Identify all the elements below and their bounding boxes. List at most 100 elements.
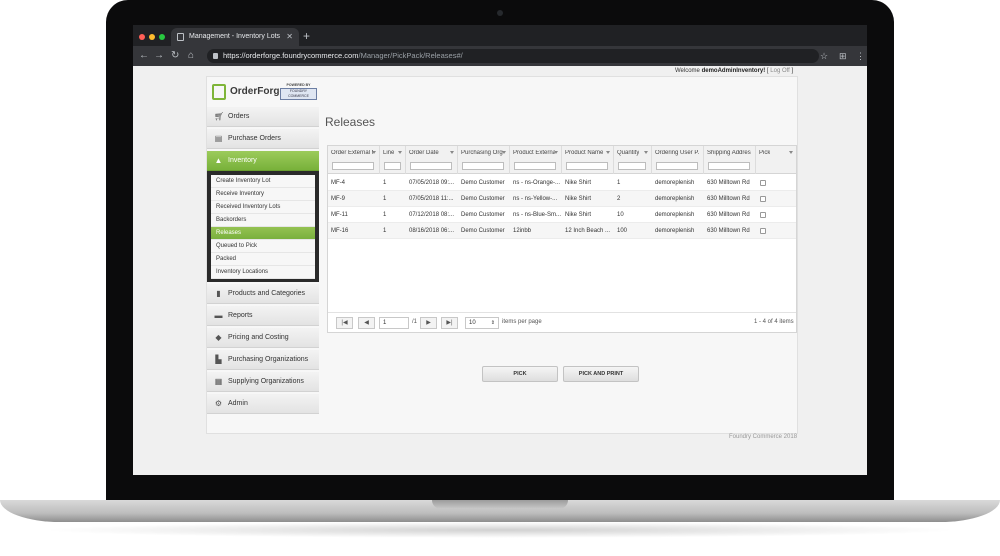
address-bar[interactable]: https://orderforge.foundrycommerce.com/M… xyxy=(207,49,819,63)
tab-title: Management - Inventory Lots xyxy=(189,33,281,40)
pick-checkbox[interactable] xyxy=(760,228,766,234)
filter-arrow-icon[interactable] xyxy=(554,151,558,154)
browser-tab[interactable]: Management - Inventory Lots ✕ xyxy=(171,28,299,46)
filter-arrow-icon[interactable] xyxy=(372,151,376,154)
filter-arrow-icon[interactable] xyxy=(644,151,648,154)
sidebar-item-pricing-and-costing[interactable]: ◆ Pricing and Costing xyxy=(207,328,319,348)
submenu-backorders[interactable]: Backorders xyxy=(211,214,315,227)
column-filter-input[interactable] xyxy=(514,162,556,170)
inventory-submenu: Create Inventory Lot Receive Inventory R… xyxy=(207,171,319,282)
spinner-icon[interactable]: ⇕ xyxy=(491,318,495,328)
sidebar-item-reports[interactable]: ▬ Reports xyxy=(207,306,319,326)
pick-button[interactable]: PICK xyxy=(482,366,558,382)
column-header[interactable]: Shipping Address... xyxy=(704,146,756,174)
column-header[interactable]: Line xyxy=(380,146,406,174)
bookmark-star-icon[interactable]: ☆ xyxy=(820,49,828,63)
column-header[interactable]: Product External... xyxy=(510,146,562,174)
table-row[interactable]: MF-9 1 07/05/2018 11:... Demo Customer n… xyxy=(328,191,796,207)
cell-order-external: MF-9 xyxy=(331,196,345,202)
filter-arrow-icon[interactable] xyxy=(398,151,402,154)
column-filter-input[interactable] xyxy=(462,162,504,170)
cart-icon: 🛒︎ xyxy=(214,112,225,121)
column-label: Line xyxy=(383,150,395,156)
column-header[interactable]: Product Name xyxy=(562,146,614,174)
sidebar-item-supplying-organizations[interactable]: ▦ Supplying Organizations xyxy=(207,372,319,392)
prev-page-icon[interactable]: ◀ xyxy=(358,317,375,329)
filter-arrow-icon[interactable] xyxy=(606,151,610,154)
cell-purchasing-org: Demo Customer xyxy=(461,196,505,202)
maximize-window-button[interactable] xyxy=(159,34,165,40)
new-tab-button[interactable]: + xyxy=(303,28,310,44)
pick-and-print-button[interactable]: PICK AND PRINT xyxy=(563,366,639,382)
table-row[interactable]: MF-11 1 07/12/2018 08:... Demo Customer … xyxy=(328,207,796,223)
sidebar-item-purchase-orders[interactable]: ▤ Purchase Orders xyxy=(207,129,319,149)
foundry-commerce-logo: FOUNDRY COMMERCE xyxy=(280,88,317,100)
first-page-icon[interactable]: |◀ xyxy=(336,317,353,329)
sidebar-item-orders[interactable]: 🛒︎ Orders xyxy=(207,107,319,127)
column-filter-input[interactable] xyxy=(618,162,646,170)
filter-arrow-icon[interactable] xyxy=(502,151,506,154)
username: demoAdminInventory! xyxy=(701,68,766,74)
releases-grid: Order External N... Line Order Date xyxy=(327,145,797,333)
column-filter-input[interactable] xyxy=(708,162,750,170)
laptop-notch xyxy=(432,500,568,509)
forward-icon[interactable]: → xyxy=(154,49,164,63)
back-icon[interactable]: ← xyxy=(139,49,149,63)
logoff-link[interactable]: Log Off xyxy=(770,68,790,74)
filter-arrow-icon[interactable] xyxy=(789,151,793,154)
column-filter-input[interactable] xyxy=(384,162,401,170)
sidebar-item-label: Supplying Organizations xyxy=(228,378,304,385)
sidebar: 🛒︎ Orders ▤ Purchase Orders ▲ Inventory … xyxy=(207,107,319,416)
cell-product-name: Nike Shirt xyxy=(565,180,592,186)
submenu-create-inventory-lot[interactable]: Create Inventory Lot xyxy=(211,175,315,188)
column-filter-input[interactable] xyxy=(656,162,698,170)
main-content: Releases Order External N... Line xyxy=(325,77,799,417)
kebab-menu-icon[interactable]: ⋮ xyxy=(856,49,865,63)
last-page-icon[interactable]: ▶| xyxy=(441,317,458,329)
sidebar-item-products-and-categories[interactable]: ▮ Products and Categories xyxy=(207,284,319,304)
page-number-input[interactable]: 1 xyxy=(379,317,409,329)
column-filter-input[interactable] xyxy=(410,162,452,170)
close-icon[interactable]: ✕ xyxy=(286,28,293,46)
sidebar-item-admin[interactable]: ⚙ Admin xyxy=(207,394,319,414)
pick-checkbox[interactable] xyxy=(760,180,766,186)
column-filter-input[interactable] xyxy=(332,162,374,170)
cell-product-external: ns - ns-Orange-... xyxy=(513,180,561,186)
submenu-received-inventory-lots[interactable]: Received Inventory Lots xyxy=(211,201,315,214)
sidebar-item-inventory[interactable]: ▲ Inventory xyxy=(207,151,319,171)
table-row[interactable]: MF-16 1 08/16/2018 06:... Demo Customer … xyxy=(328,223,796,239)
column-header[interactable]: Purchasing Org... xyxy=(458,146,510,174)
submenu-packed[interactable]: Packed xyxy=(211,253,315,266)
reload-icon[interactable]: ↻ xyxy=(171,49,179,63)
buildings-icon: ▙ xyxy=(215,355,222,364)
cell-ordering-user: demoreplenish xyxy=(655,196,695,202)
submenu-receive-inventory[interactable]: Receive Inventory xyxy=(211,188,315,201)
table-row[interactable]: MF-4 1 07/05/2018 09:... Demo Customer n… xyxy=(328,175,796,191)
filter-arrow-icon[interactable] xyxy=(450,151,454,154)
next-page-icon[interactable]: ▶ xyxy=(420,317,437,329)
pick-checkbox[interactable] xyxy=(760,212,766,218)
sidebar-item-purchasing-organizations[interactable]: ▙ Purchasing Organizations xyxy=(207,350,319,370)
submenu-inventory-locations[interactable]: Inventory Locations xyxy=(211,266,315,279)
extension-icon[interactable]: ⊞ xyxy=(839,49,847,63)
orderforge-logo-icon xyxy=(212,84,226,100)
column-header[interactable]: Ordering User P... xyxy=(652,146,704,174)
minimize-window-button[interactable] xyxy=(149,34,155,40)
submenu-queued-to-pick[interactable]: Queued to Pick xyxy=(211,240,315,253)
close-window-button[interactable] xyxy=(139,34,145,40)
column-filter-input[interactable] xyxy=(566,162,608,170)
home-icon[interactable]: ⌂ xyxy=(188,49,194,63)
page-size-select[interactable]: 10 ⇕ xyxy=(465,317,499,329)
app-container: OrderForge POWERED BY FOUNDRY COMMERCE 🛒… xyxy=(206,76,798,434)
column-header[interactable]: Order External N... xyxy=(328,146,380,174)
column-header[interactable]: Pick xyxy=(756,146,796,174)
pick-checkbox[interactable] xyxy=(760,196,766,202)
boxes-icon: ▦ xyxy=(214,377,223,386)
cell-product-external: ns - ns-Blue-Sm... xyxy=(513,212,562,218)
clipboard-icon: ▤ xyxy=(214,134,223,143)
column-header[interactable]: Quantity xyxy=(614,146,652,174)
column-header[interactable]: Order Date xyxy=(406,146,458,174)
cell-order-external: MF-11 xyxy=(331,212,348,218)
cell-quantity: 2 xyxy=(617,196,621,202)
submenu-releases[interactable]: Releases xyxy=(211,227,315,240)
